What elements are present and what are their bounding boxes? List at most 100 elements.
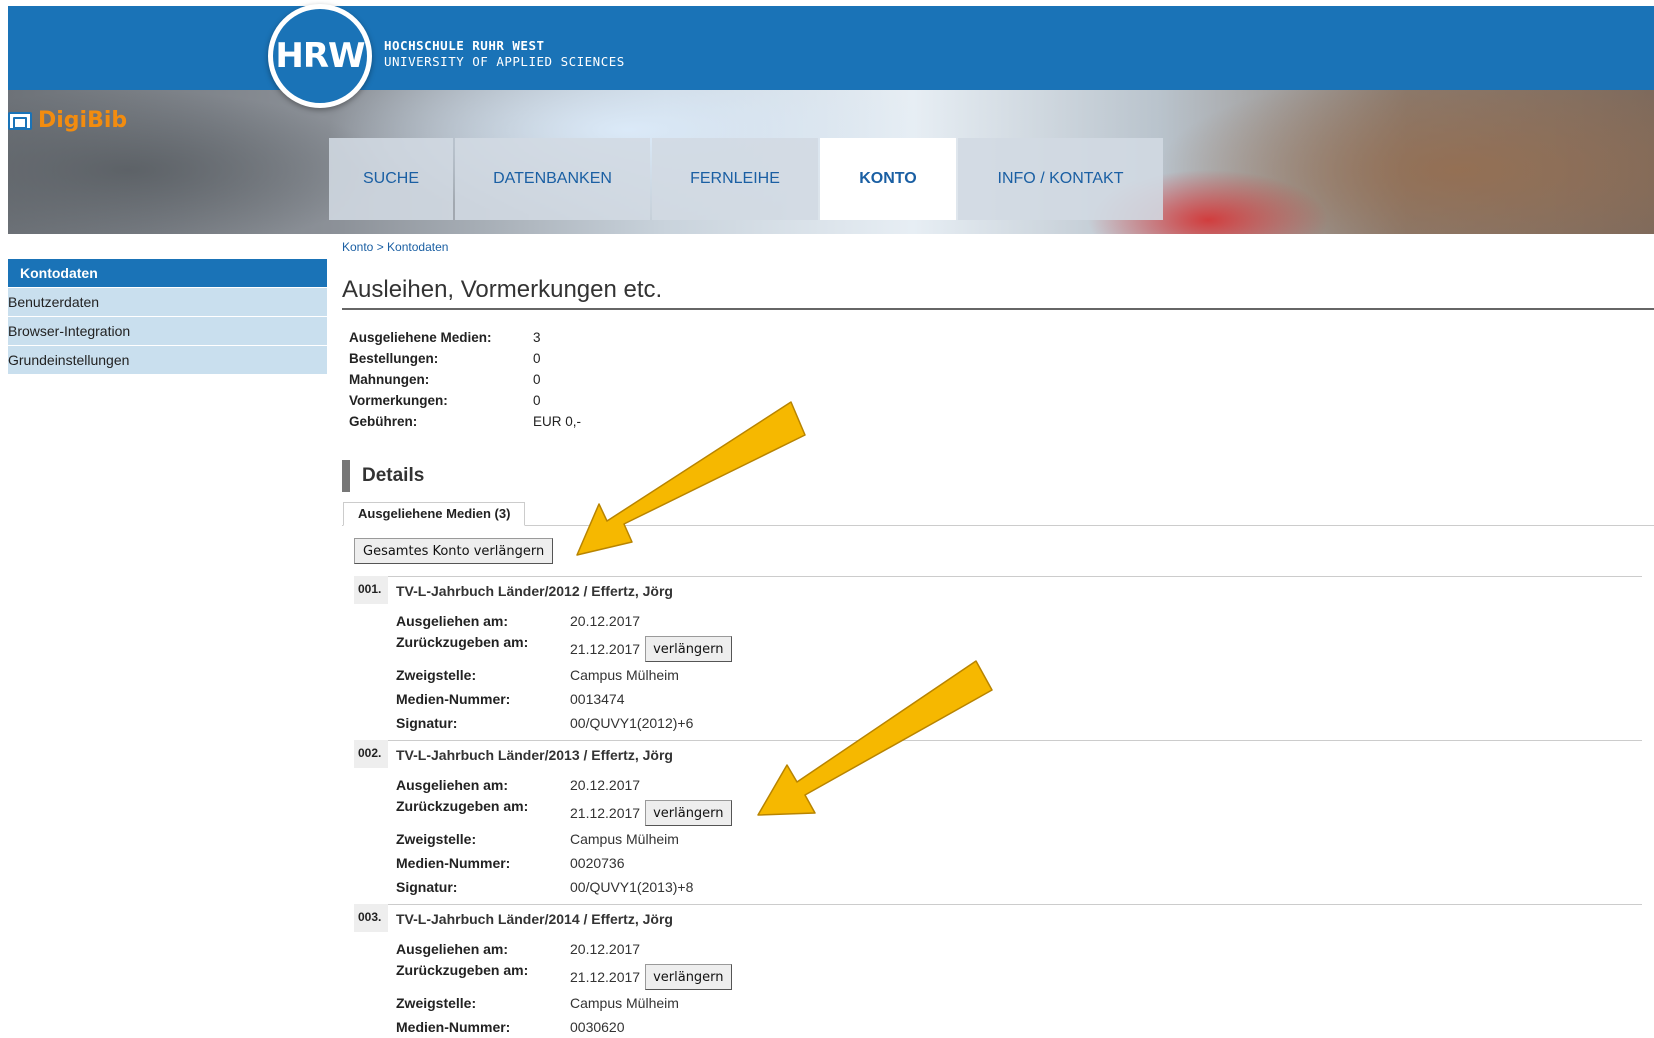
media-item: 002. TV-L-Jahrbuch Länder/2013 / Effertz… bbox=[354, 740, 1642, 904]
media-row-media-number: Medien-Nummer: 0020736 bbox=[396, 852, 625, 874]
media-list: 001. TV-L-Jahrbuch Länder/2012 / Effertz… bbox=[354, 576, 1642, 1038]
summary-value: 0 bbox=[533, 393, 541, 408]
media-item-title: TV-L-Jahrbuch Länder/2012 / Effertz, Jör… bbox=[396, 583, 673, 599]
tab-ausgeliehene-medien[interactable]: Ausgeliehene Medien (3) bbox=[343, 502, 526, 526]
page-title: Ausleihen, Vormerkungen etc. bbox=[342, 276, 663, 303]
renew-all-button[interactable]: Gesamtes Konto verlängern bbox=[354, 538, 554, 564]
field-value: 20.12.2017 bbox=[570, 941, 641, 957]
nav-tab-fernleihe[interactable]: FERNLEIHE bbox=[652, 138, 818, 220]
field-value: 0013474 bbox=[570, 691, 625, 707]
media-row-due: Zurückzugeben am: 21.12.2017 verlängern bbox=[396, 634, 732, 664]
media-item-title: TV-L-Jahrbuch Länder/2014 / Effertz, Jör… bbox=[396, 911, 673, 927]
media-item-number: 002. bbox=[354, 740, 388, 768]
field-label: Medien-Nummer: bbox=[396, 1019, 511, 1035]
arrow-to-renew-all bbox=[576, 401, 806, 556]
field-value: Campus Mülheim bbox=[570, 831, 679, 847]
field-label: Zweigstelle: bbox=[396, 995, 477, 1011]
field-value: 0030620 bbox=[570, 1019, 625, 1035]
media-row-borrowed: Ausgeliehen am: 20.12.2017 bbox=[396, 938, 640, 960]
field-value: 20.12.2017 bbox=[570, 777, 641, 793]
summary-row-reminders: Mahnungen: 0 bbox=[349, 372, 581, 393]
nav-tab-datenbanken[interactable]: DATENBANKEN bbox=[455, 138, 650, 220]
title-divider bbox=[342, 308, 1654, 310]
media-item-number: 003. bbox=[354, 904, 388, 932]
summary-row-reservations: Vormerkungen: 0 bbox=[349, 393, 581, 414]
summary-label: Vormerkungen: bbox=[349, 393, 448, 408]
field-label: Ausgeliehen am: bbox=[396, 941, 509, 957]
details-heading: Details bbox=[342, 460, 424, 492]
field-value: Campus Mülheim bbox=[570, 995, 679, 1011]
media-row-branch: Zweigstelle: Campus Mülheim bbox=[396, 828, 679, 850]
summary-label: Bestellungen: bbox=[349, 351, 439, 366]
media-row-signature: Signatur: 00/QUVY1(2013)+8 bbox=[396, 876, 693, 898]
summary-value: EUR 0,- bbox=[533, 414, 582, 429]
digibib-logo-text: DigiBib bbox=[38, 108, 128, 133]
field-value: 00/QUVY1(2013)+8 bbox=[570, 879, 694, 895]
details-heading-bar bbox=[342, 460, 350, 492]
hrw-logo-text: HRW bbox=[275, 36, 365, 76]
media-row-branch: Zweigstelle: Campus Mülheim bbox=[396, 992, 679, 1014]
hrw-logo[interactable]: HRW bbox=[268, 4, 372, 108]
field-label: Zurückzugeben am: bbox=[396, 798, 529, 814]
field-value: 0020736 bbox=[570, 855, 625, 871]
field-value: 20.12.2017 bbox=[570, 613, 641, 629]
media-item-number: 001. bbox=[354, 576, 388, 604]
digibib-icon bbox=[8, 111, 32, 130]
field-value: 21.12.2017 bbox=[570, 641, 641, 657]
nav-tab-suche[interactable]: SUCHE bbox=[329, 138, 453, 220]
field-value: Campus Mülheim bbox=[570, 667, 679, 683]
summary-row-fees: Gebühren: EUR 0,- bbox=[349, 414, 581, 435]
field-value: 21.12.2017 bbox=[570, 805, 641, 821]
media-row-due: Zurückzugeben am: 21.12.2017 verlängern bbox=[396, 798, 732, 828]
sidebar-item-kontodaten[interactable]: Kontodaten bbox=[8, 259, 327, 288]
summary-value: 0 bbox=[533, 372, 541, 387]
field-label: Zweigstelle: bbox=[396, 667, 477, 683]
summary-row-loans: Ausgeliehene Medien: 3 bbox=[349, 330, 581, 351]
field-label: Zurückzugeben am: bbox=[396, 634, 529, 650]
renew-button[interactable]: verlängern bbox=[645, 800, 732, 826]
details-heading-text: Details bbox=[362, 465, 425, 486]
tab-divider bbox=[342, 525, 1654, 526]
summary-value: 3 bbox=[533, 330, 541, 345]
university-name-line2: UNIVERSITY OF APPLIED SCIENCES bbox=[384, 54, 625, 69]
media-row-due: Zurückzugeben am: 21.12.2017 verlängern bbox=[396, 962, 732, 992]
sidebar-item-browser-integration[interactable]: Browser-Integration bbox=[8, 317, 327, 346]
media-row-borrowed: Ausgeliehen am: 20.12.2017 bbox=[396, 610, 640, 632]
media-row-borrowed: Ausgeliehen am: 20.12.2017 bbox=[396, 774, 640, 796]
media-item: 001. TV-L-Jahrbuch Länder/2012 / Effertz… bbox=[354, 576, 1642, 740]
field-label: Ausgeliehen am: bbox=[396, 777, 509, 793]
sidebar-item-benutzerdaten[interactable]: Benutzerdaten bbox=[8, 288, 327, 317]
media-row-media-number: Medien-Nummer: 0013474 bbox=[396, 688, 625, 710]
field-label: Medien-Nummer: bbox=[396, 855, 511, 871]
summary-row-orders: Bestellungen: 0 bbox=[349, 351, 581, 372]
summary-label: Gebühren: bbox=[349, 414, 418, 429]
nav-tab-konto[interactable]: KONTO bbox=[820, 138, 956, 220]
university-name: HOCHSCHULE RUHR WEST UNIVERSITY OF APPLI… bbox=[384, 38, 625, 70]
sidebar: Kontodaten Benutzerdaten Browser-Integra… bbox=[8, 259, 327, 375]
summary-value: 0 bbox=[533, 351, 541, 366]
field-label: Signatur: bbox=[396, 879, 458, 895]
header-topbar bbox=[8, 6, 1654, 90]
account-summary: Ausgeliehene Medien: 3 Bestellungen: 0 M… bbox=[349, 330, 581, 435]
summary-label: Ausgeliehene Medien: bbox=[349, 330, 492, 345]
media-item: 003. TV-L-Jahrbuch Länder/2014 / Effertz… bbox=[354, 904, 1642, 1038]
summary-label: Mahnungen: bbox=[349, 372, 430, 387]
field-value: 21.12.2017 bbox=[570, 969, 641, 985]
renew-button[interactable]: verlängern bbox=[645, 636, 732, 662]
field-label: Zweigstelle: bbox=[396, 831, 477, 847]
media-row-media-number: Medien-Nummer: 0030620 bbox=[396, 1016, 625, 1038]
main-navigation: SUCHE DATENBANKEN FERNLEIHE KONTO INFO /… bbox=[329, 138, 1163, 220]
renew-button[interactable]: verlängern bbox=[645, 964, 732, 990]
field-value: 00/QUVY1(2012)+6 bbox=[570, 715, 694, 731]
breadcrumb[interactable]: Konto > Kontodaten bbox=[342, 240, 448, 254]
field-label: Zurückzugeben am: bbox=[396, 962, 529, 978]
nav-tab-info-kontakt[interactable]: INFO / KONTAKT bbox=[958, 138, 1163, 220]
media-row-signature: Signatur: 00/QUVY1(2012)+6 bbox=[396, 712, 693, 734]
sidebar-item-grundeinstellungen[interactable]: Grundeinstellungen bbox=[8, 346, 327, 375]
university-name-line1: HOCHSCHULE RUHR WEST bbox=[384, 38, 545, 53]
field-label: Medien-Nummer: bbox=[396, 691, 511, 707]
field-label: Ausgeliehen am: bbox=[396, 613, 509, 629]
field-label: Signatur: bbox=[396, 715, 458, 731]
digibib-logo[interactable]: DigiBib bbox=[8, 108, 127, 133]
media-row-branch: Zweigstelle: Campus Mülheim bbox=[396, 664, 679, 686]
